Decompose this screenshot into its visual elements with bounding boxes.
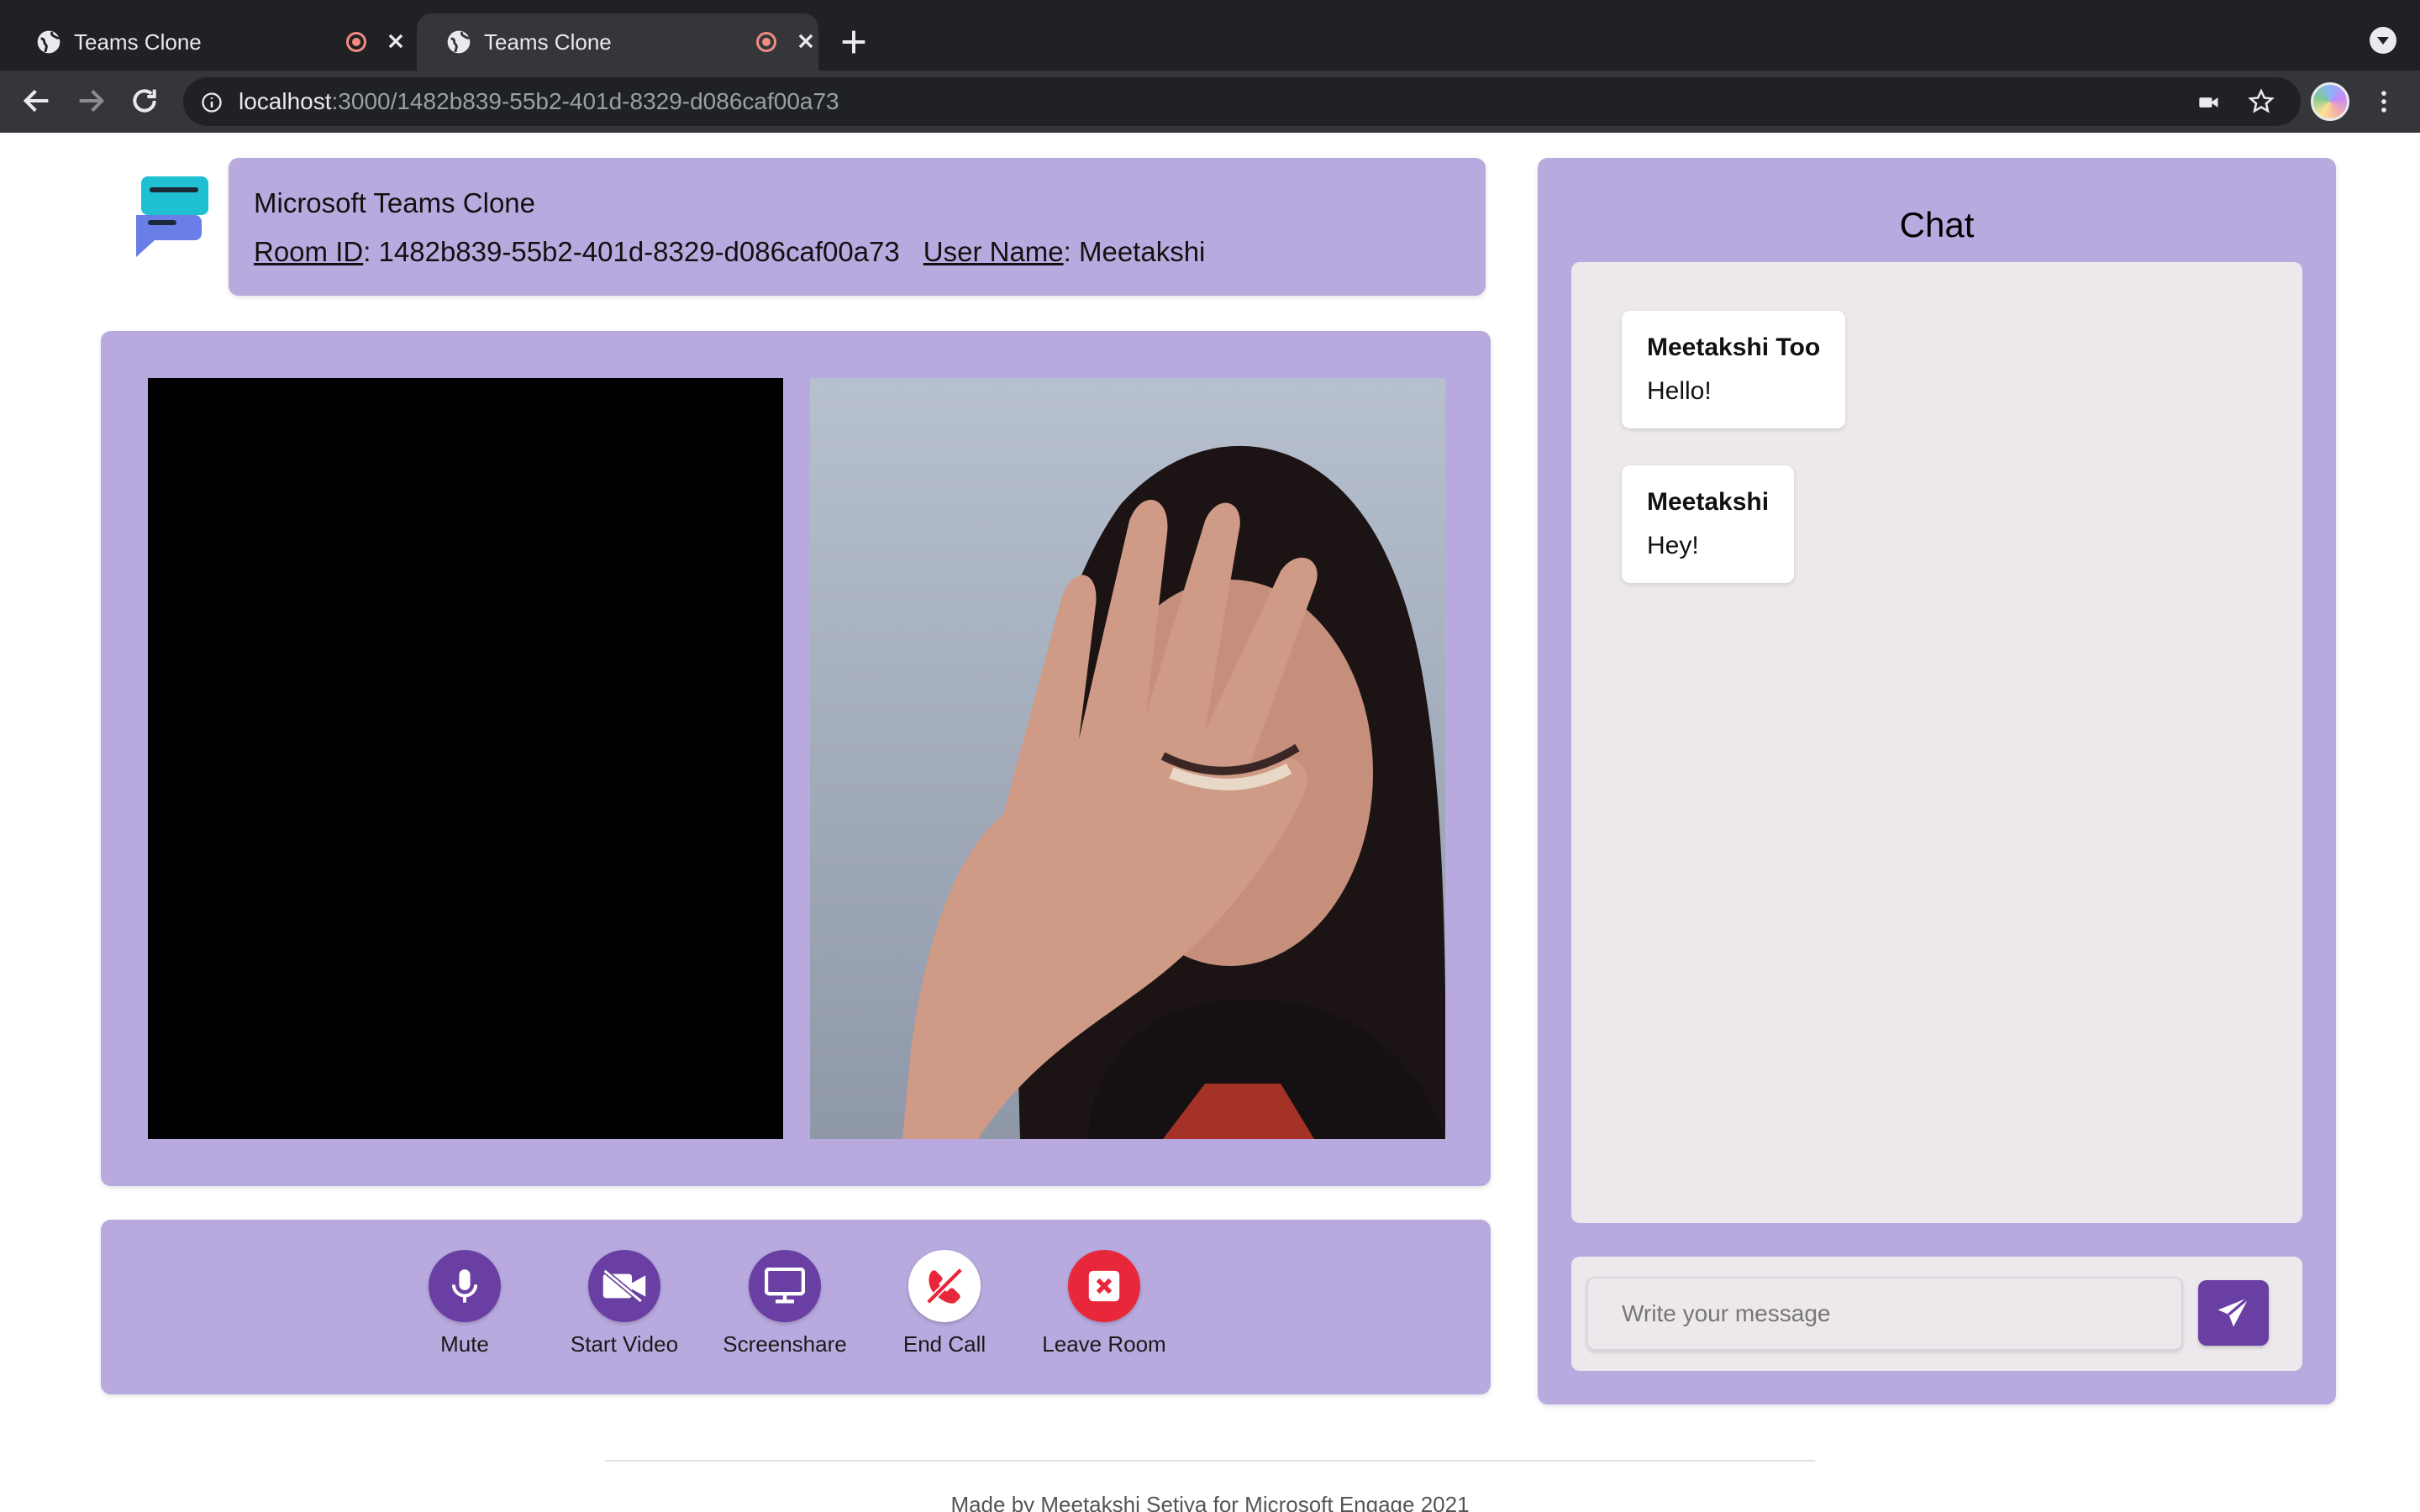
browser-menu-icon[interactable] [2370, 86, 2398, 118]
browser-tab[interactable]: Teams Clone [7, 13, 410, 71]
phone-slash-icon[interactable] [908, 1250, 981, 1322]
room-id-value: : 1482b839-55b2-401d-8329-d086caf00a73 [363, 236, 900, 267]
app-title: Microsoft Teams Clone [254, 187, 536, 218]
message-sender: Meetakshi [1647, 488, 1770, 516]
globe-icon [37, 30, 60, 54]
end-call-label: End Call [902, 1331, 986, 1357]
chat-message: Meetakshi Too Hello! [1622, 311, 1846, 428]
url-text: localhost:3000/1482b839-55b2-401d-8329-d… [239, 87, 839, 116]
room-id-label: Room ID [254, 236, 364, 267]
monitor-icon[interactable] [749, 1250, 821, 1322]
start-video-button[interactable]: Start Video [540, 1250, 708, 1368]
mute-label: Mute [440, 1331, 489, 1357]
mute-button[interactable]: Mute [381, 1250, 549, 1368]
recording-indicator-icon [346, 32, 366, 52]
close-tab-icon[interactable] [792, 27, 820, 55]
chat-message-input[interactable] [1586, 1277, 2183, 1351]
new-tab-icon[interactable] [837, 25, 871, 59]
start-video-label: Start Video [570, 1331, 679, 1357]
back-icon[interactable] [20, 84, 54, 118]
webcam-feed-image [810, 378, 1445, 1139]
footer-credit: Made by Meetakshi Setiya for Microsoft E… [950, 1492, 1470, 1512]
leave-room-label: Leave Room [1042, 1331, 1166, 1357]
profile-avatar[interactable] [2311, 82, 2349, 121]
room-meta: Room ID: 1482b839-55b2-401d-8329-d086caf… [254, 235, 1205, 269]
message-sender: Meetakshi Too [1647, 333, 1821, 361]
tab-title: Teams Clone [484, 29, 612, 55]
app-logo-icon [136, 176, 208, 257]
leave-room-button[interactable]: Leave Room [1020, 1250, 1188, 1368]
room-info-card: Microsoft Teams Clone Room ID: 1482b839-… [229, 158, 1486, 296]
reload-icon[interactable] [128, 84, 161, 118]
user-name-label: User Name [923, 236, 1064, 267]
camera-in-use-icon[interactable] [2196, 91, 2222, 114]
remote-video-tile [148, 378, 783, 1139]
forward-icon[interactable] [74, 84, 108, 118]
screenshare-button[interactable]: Screenshare [701, 1250, 869, 1368]
url-path: :3000/1482b839-55b2-401d-8329-d086caf00a… [331, 88, 839, 114]
end-call-button[interactable]: End Call [860, 1250, 1028, 1368]
tab-title: Teams Clone [74, 29, 202, 55]
chat-message: Meetakshi Hey! [1622, 465, 1795, 583]
microphone-icon[interactable] [429, 1250, 501, 1322]
screenshare-label: Screenshare [723, 1331, 847, 1357]
user-name-value: : Meetakshi [1063, 236, 1206, 267]
send-button[interactable] [2198, 1280, 2269, 1346]
message-text: Hey! [1647, 532, 1699, 559]
url-host: localhost [239, 88, 332, 114]
recording-indicator-icon [756, 32, 776, 52]
send-icon [2217, 1296, 2250, 1327]
footer-divider [605, 1460, 1815, 1462]
tab-search-icon[interactable] [2370, 27, 2396, 54]
message-text: Hello! [1647, 377, 1712, 405]
browser-tab-active[interactable]: Teams Clone [417, 13, 818, 71]
video-off-icon[interactable] [588, 1250, 660, 1322]
close-tab-icon[interactable] [381, 27, 410, 55]
info-icon[interactable] [200, 91, 224, 114]
browser-toolbar: localhost:3000/1482b839-55b2-401d-8329-d… [0, 71, 2420, 133]
chat-title: Chat [1899, 205, 1975, 244]
globe-icon [447, 30, 471, 54]
close-square-icon[interactable] [1068, 1250, 1140, 1322]
address-bar[interactable]: localhost:3000/1482b839-55b2-401d-8329-d… [183, 77, 2301, 126]
browser-tab-bar: Teams Clone Teams Clone [0, 0, 2420, 71]
local-video-tile [810, 378, 1445, 1139]
bookmark-star-icon[interactable] [2247, 87, 2275, 116]
